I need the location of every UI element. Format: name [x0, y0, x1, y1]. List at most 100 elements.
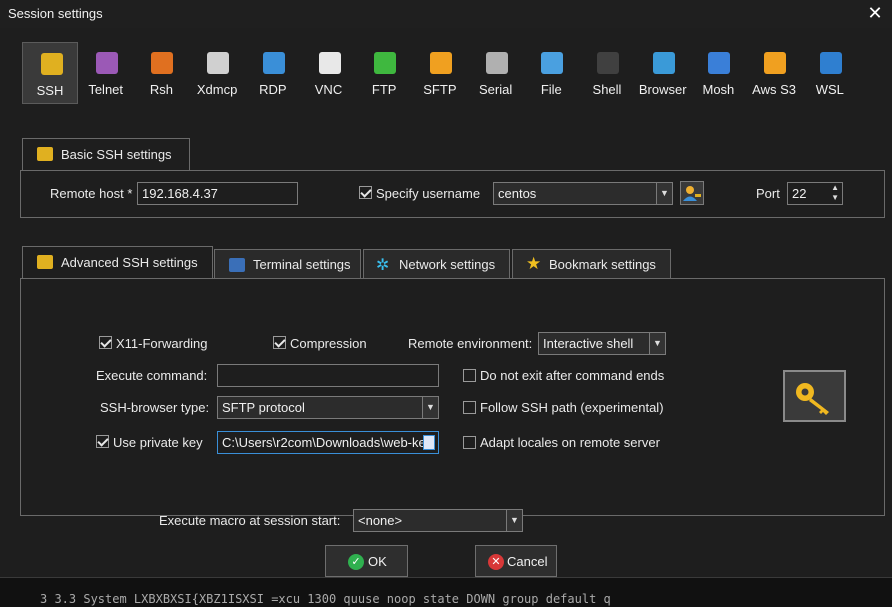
- ssh-browser-type-value: SFTP protocol: [222, 400, 305, 415]
- chevron-down-icon[interactable]: ▼: [422, 397, 438, 418]
- protocol-rsh-button[interactable]: Rsh: [133, 42, 189, 104]
- cancel-label: Cancel: [507, 554, 548, 569]
- chevron-down-icon[interactable]: ▼: [656, 183, 672, 204]
- rdp-icon: [262, 52, 285, 74]
- user-manager-button[interactable]: [680, 181, 704, 205]
- protocol-rdp-button[interactable]: RDP: [245, 42, 301, 104]
- protocol-browser-button[interactable]: Browser: [635, 42, 691, 104]
- protocol-file-button[interactable]: File: [523, 42, 579, 104]
- protocol-ftp-button[interactable]: FTP: [356, 42, 412, 104]
- background-terminal-text: 3 3.3 System LXBXBXSI{XBZ1ISXSI =xcu 130…: [0, 578, 892, 607]
- basic-settings-group: Remote host * 192.168.4.37 Specify usern…: [20, 170, 885, 218]
- aws-s3-icon: [764, 52, 787, 74]
- sftp-icon: [429, 52, 452, 74]
- tab-terminal-settings[interactable]: Terminal settings: [214, 249, 361, 279]
- checkmark-icon: ✓: [348, 554, 364, 570]
- ssh-browser-type-label: SSH-browser type:: [100, 400, 210, 415]
- wrench-icon: [37, 147, 53, 161]
- tab-basic-ssh-settings[interactable]: Basic SSH settings: [22, 138, 190, 171]
- ssh-key-badge: [783, 370, 846, 422]
- cancel-button[interactable]: ✕ Cancel: [475, 545, 557, 577]
- wrench-icon: [37, 255, 53, 269]
- remote-environment-label: Remote environment:: [408, 336, 533, 351]
- use-private-key-label: Use private key: [113, 435, 203, 450]
- protocol-wsl-button[interactable]: WSL: [802, 42, 858, 104]
- protocol-aws-s3-button[interactable]: Aws S3: [746, 42, 802, 104]
- execute-macro-label: Execute macro at session start:: [159, 513, 341, 528]
- tab-label: Network settings: [399, 257, 496, 272]
- protocol-ssh-button[interactable]: SSH: [22, 42, 78, 104]
- mosh-icon: [708, 52, 731, 74]
- serial-icon: [485, 52, 508, 74]
- x11-forwarding-label: X11-Forwarding: [116, 336, 208, 351]
- execute-command-label: Execute command:: [96, 368, 208, 383]
- wsl-icon: [819, 52, 842, 74]
- protocol-serial-button[interactable]: Serial: [468, 42, 524, 104]
- protocol-shell-button[interactable]: Shell: [579, 42, 635, 104]
- ok-label: OK: [368, 554, 387, 569]
- username-value: centos: [498, 186, 537, 201]
- browser-icon: [652, 52, 675, 74]
- remote-environment-select[interactable]: Interactive shell ▼: [538, 332, 666, 355]
- user-icon: [683, 186, 701, 201]
- file-browse-icon[interactable]: [423, 435, 435, 450]
- do-not-exit-label: Do not exit after command ends: [480, 368, 665, 383]
- tab-bookmark-settings[interactable]: ★ Bookmark settings: [512, 249, 671, 279]
- tab-label: Basic SSH settings: [61, 147, 172, 162]
- xdmcp-icon: [207, 52, 230, 74]
- star-icon: ★: [526, 254, 542, 273]
- follow-ssh-path-label: Follow SSH path (experimental): [480, 400, 664, 415]
- title-bar: Session settings ✕: [0, 0, 892, 28]
- specify-username-checkbox[interactable]: [359, 186, 372, 199]
- use-private-key-checkbox[interactable]: [96, 435, 109, 448]
- ok-button[interactable]: ✓ OK: [325, 545, 408, 577]
- ftp-icon: [374, 52, 397, 74]
- compression-label: Compression: [290, 336, 367, 351]
- protocol-sftp-button[interactable]: SFTP: [412, 42, 468, 104]
- network-icon: ✲: [376, 257, 390, 274]
- execute-macro-value: <none>: [358, 513, 403, 528]
- spin-arrows-icon[interactable]: ▲ ▼: [831, 183, 839, 203]
- username-combo[interactable]: centos ▼: [493, 182, 673, 205]
- remote-environment-value: Interactive shell: [543, 336, 634, 351]
- ssh-icon: [41, 53, 63, 75]
- tab-network-settings[interactable]: ✲ Network settings: [363, 249, 510, 279]
- protocol-xdmcp-button[interactable]: Xdmcp: [189, 42, 245, 104]
- cancel-icon: ✕: [488, 554, 504, 570]
- window-title: Session settings: [8, 6, 103, 21]
- port-value: 22: [792, 186, 807, 201]
- ssh-browser-type-select[interactable]: SFTP protocol ▼: [217, 396, 439, 419]
- compression-checkbox[interactable]: [273, 336, 286, 349]
- x11-forwarding-checkbox[interactable]: [99, 336, 112, 349]
- protocol-telnet-button[interactable]: Telnet: [78, 42, 134, 104]
- remote-host-label: Remote host *: [50, 186, 133, 201]
- execute-command-input[interactable]: [217, 364, 439, 387]
- terminal-icon: [229, 258, 245, 272]
- adapt-locales-checkbox[interactable]: [463, 436, 476, 449]
- do-not-exit-checkbox[interactable]: [463, 369, 476, 382]
- key-icon: [796, 383, 829, 415]
- follow-ssh-path-checkbox[interactable]: [463, 401, 476, 414]
- tab-advanced-ssh-settings[interactable]: Advanced SSH settings: [22, 246, 213, 279]
- private-key-path-value: C:\Users\r2com\Downloads\web-ke: [222, 435, 426, 450]
- tab-label: Bookmark settings: [549, 257, 656, 272]
- tab-label: Advanced SSH settings: [61, 255, 198, 270]
- port-spinbox[interactable]: 22 ▲ ▼: [787, 182, 843, 205]
- specify-username-label: Specify username: [376, 186, 481, 201]
- protocol-mosh-button[interactable]: Mosh: [690, 42, 746, 104]
- rsh-icon: [151, 52, 174, 74]
- close-icon[interactable]: ✕: [864, 2, 886, 24]
- protocol-vnc-button[interactable]: VNC: [301, 42, 357, 104]
- remote-host-input[interactable]: 192.168.4.37: [137, 182, 298, 205]
- chevron-down-icon[interactable]: ▼: [506, 510, 522, 531]
- file-icon: [541, 52, 564, 74]
- advanced-settings-group: X11-Forwarding Compression Remote enviro…: [20, 278, 885, 532]
- protocol-label: WSL: [815, 82, 844, 97]
- private-key-path-input[interactable]: C:\Users\r2com\Downloads\web-ke: [217, 431, 439, 454]
- chevron-down-icon[interactable]: ▼: [649, 333, 665, 354]
- adapt-locales-label: Adapt locales on remote server: [480, 435, 660, 450]
- vnc-icon: [318, 52, 341, 74]
- execute-macro-select[interactable]: <none> ▼: [353, 509, 523, 532]
- session-settings-dialog: SSH Telnet Rsh Xdmcp RDP VNC FTP SFTP Serial File…: [0, 28, 892, 578]
- tab-label: Terminal settings: [253, 257, 351, 272]
